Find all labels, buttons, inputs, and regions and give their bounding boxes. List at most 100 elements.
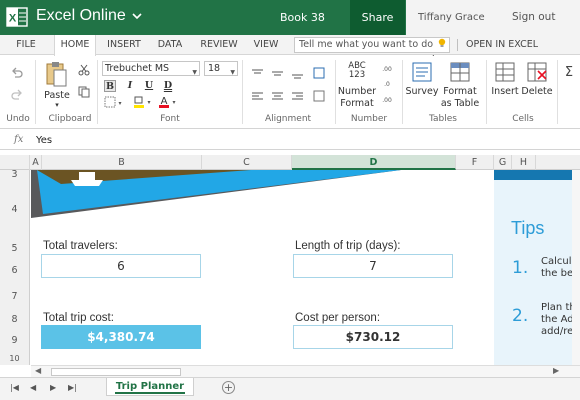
share-button[interactable]: Share: [350, 0, 405, 35]
cost-per-person-value[interactable]: $730.12: [293, 325, 453, 349]
next-sheet-icon[interactable]: ▶: [50, 383, 56, 392]
open-in-excel-button[interactable]: OPEN IN EXCEL: [466, 35, 538, 55]
autosum-icon[interactable]: Σ: [562, 64, 576, 80]
horizontal-scrollbar[interactable]: ◀ ▶: [31, 365, 580, 377]
first-sheet-icon[interactable]: |◀: [10, 383, 19, 392]
signout-button[interactable]: Sign out: [500, 0, 580, 35]
format-table-label-2[interactable]: as Table: [436, 98, 484, 109]
svg-text:Σ: Σ: [565, 65, 573, 80]
scroll-left-icon[interactable]: ◀: [35, 366, 41, 375]
group-separator: [402, 60, 403, 124]
column-header-a[interactable]: A: [30, 155, 42, 170]
row-header-9[interactable]: 9: [0, 330, 30, 352]
tip-text-2b: the Ad: [541, 314, 574, 325]
underline-button[interactable]: U: [143, 80, 155, 92]
total-travelers-value[interactable]: 6: [41, 254, 201, 278]
tab-data[interactable]: DATA: [152, 35, 188, 55]
tables-group-label: Tables: [429, 114, 457, 124]
fx-icon[interactable]: fx: [14, 134, 23, 145]
row-header-10[interactable]: 10: [0, 352, 30, 365]
chevron-down-icon: ▼: [230, 69, 235, 76]
row-header-5[interactable]: 5: [0, 220, 30, 260]
undo-group-label: Undo: [6, 114, 30, 124]
column-header-g[interactable]: G: [494, 155, 512, 170]
book-title[interactable]: Book 38: [280, 11, 325, 24]
column-header-c[interactable]: C: [202, 155, 292, 170]
copy-icon[interactable]: [78, 86, 90, 98]
cells-group-label: Cells: [512, 114, 534, 124]
length-of-trip-label: Length of trip (days):: [295, 240, 401, 252]
row-header-6[interactable]: 6: [0, 260, 30, 282]
scroll-right-icon[interactable]: ▶: [553, 366, 559, 375]
delete-label[interactable]: Delete: [520, 86, 554, 97]
prev-sheet-icon[interactable]: ◀: [30, 383, 36, 392]
number-format-icon[interactable]: ABC 123: [344, 62, 370, 80]
format-as-table-icon[interactable]: [449, 61, 471, 83]
column-header-f[interactable]: F: [456, 155, 494, 170]
tip-text-2a: Plan th: [541, 302, 576, 313]
format-table-label-1[interactable]: Format: [440, 86, 480, 97]
group-separator: [557, 60, 558, 124]
font-name-select[interactable]: Trebuchet MS ▼: [102, 61, 200, 76]
font-color-icon[interactable]: A ▾: [158, 95, 180, 109]
fill-color-icon[interactable]: ▾: [132, 95, 154, 109]
tab-home[interactable]: HOME: [54, 35, 96, 56]
survey-label[interactable]: Survey: [405, 86, 439, 97]
excel-logo-icon[interactable]: X: [6, 6, 28, 28]
row-header-8[interactable]: 8: [0, 310, 30, 330]
total-trip-cost-value[interactable]: $4,380.74: [41, 325, 201, 349]
column-header-b[interactable]: B: [42, 155, 202, 170]
tab-divider: [457, 39, 458, 51]
row-header-7[interactable]: 7: [0, 282, 30, 310]
alignment-group-label: Alignment: [264, 114, 312, 124]
tell-me-input[interactable]: Tell me what you want to do: [294, 37, 450, 53]
delete-cells-icon[interactable]: [526, 61, 548, 83]
tab-file[interactable]: FILE: [10, 35, 42, 55]
formula-value[interactable]: Yes: [36, 135, 52, 146]
select-all-corner[interactable]: [0, 155, 30, 170]
double-underline-button[interactable]: D: [162, 80, 174, 92]
cut-icon[interactable]: [78, 64, 90, 76]
tip-number-1: 1.: [512, 258, 529, 278]
tab-view[interactable]: VIEW: [250, 35, 282, 55]
undo-icon[interactable]: [10, 66, 24, 80]
insert-label[interactable]: Insert: [488, 86, 522, 97]
total-trip-cost-label: Total trip cost:: [43, 312, 114, 324]
borders-icon[interactable]: ▾: [104, 96, 124, 108]
add-sheet-icon[interactable]: +: [222, 381, 235, 394]
row-header-3[interactable]: 3: [0, 170, 30, 180]
sheet-tab-trip-planner[interactable]: Trip Planner: [106, 378, 194, 396]
group-separator: [97, 60, 98, 124]
user-name[interactable]: Tiffany Grace Reyes: [406, 0, 506, 58]
font-size-select[interactable]: 18 ▼: [204, 61, 238, 76]
group-separator: [486, 60, 487, 124]
chevron-down-icon: ▼: [192, 69, 197, 76]
scroll-thumb[interactable]: [51, 368, 181, 376]
length-of-trip-value[interactable]: 7: [293, 254, 453, 278]
paste-dropdown-icon[interactable]: ▾: [50, 100, 64, 111]
sheet-area[interactable]: Total travelers: 6 Length of trip (days)…: [31, 170, 580, 365]
column-header-d[interactable]: D: [292, 155, 456, 170]
survey-icon[interactable]: [411, 61, 433, 83]
chevron-down-icon[interactable]: [131, 10, 143, 22]
bold-button[interactable]: B: [104, 80, 116, 92]
redo-icon[interactable]: [10, 88, 24, 102]
decimal-buttons[interactable]: .00 .0 .00: [380, 62, 394, 108]
last-sheet-icon[interactable]: ▶|: [68, 383, 77, 392]
column-header-h[interactable]: H: [512, 155, 536, 170]
svg-text:.00: .00: [382, 66, 392, 73]
tab-review[interactable]: REVIEW: [198, 35, 240, 55]
svg-text:▾: ▾: [147, 99, 150, 106]
paste-icon[interactable]: [44, 60, 68, 88]
italic-button[interactable]: I: [124, 80, 136, 92]
insert-cells-icon[interactable]: [494, 61, 516, 83]
number-format-label-1[interactable]: Number: [336, 86, 378, 97]
row-header-4[interactable]: 4: [0, 180, 30, 220]
group-separator: [242, 60, 243, 124]
alignment-buttons[interactable]: [250, 66, 330, 110]
number-format-label-2[interactable]: Format: [336, 98, 378, 109]
ribbon-tabs: FILE HOME INSERT DATA REVIEW VIEW Tell m…: [0, 35, 580, 56]
tab-insert[interactable]: INSERT: [104, 35, 144, 55]
vertical-scrollbar[interactable]: [572, 170, 580, 365]
tips-title: Tips: [511, 218, 545, 238]
